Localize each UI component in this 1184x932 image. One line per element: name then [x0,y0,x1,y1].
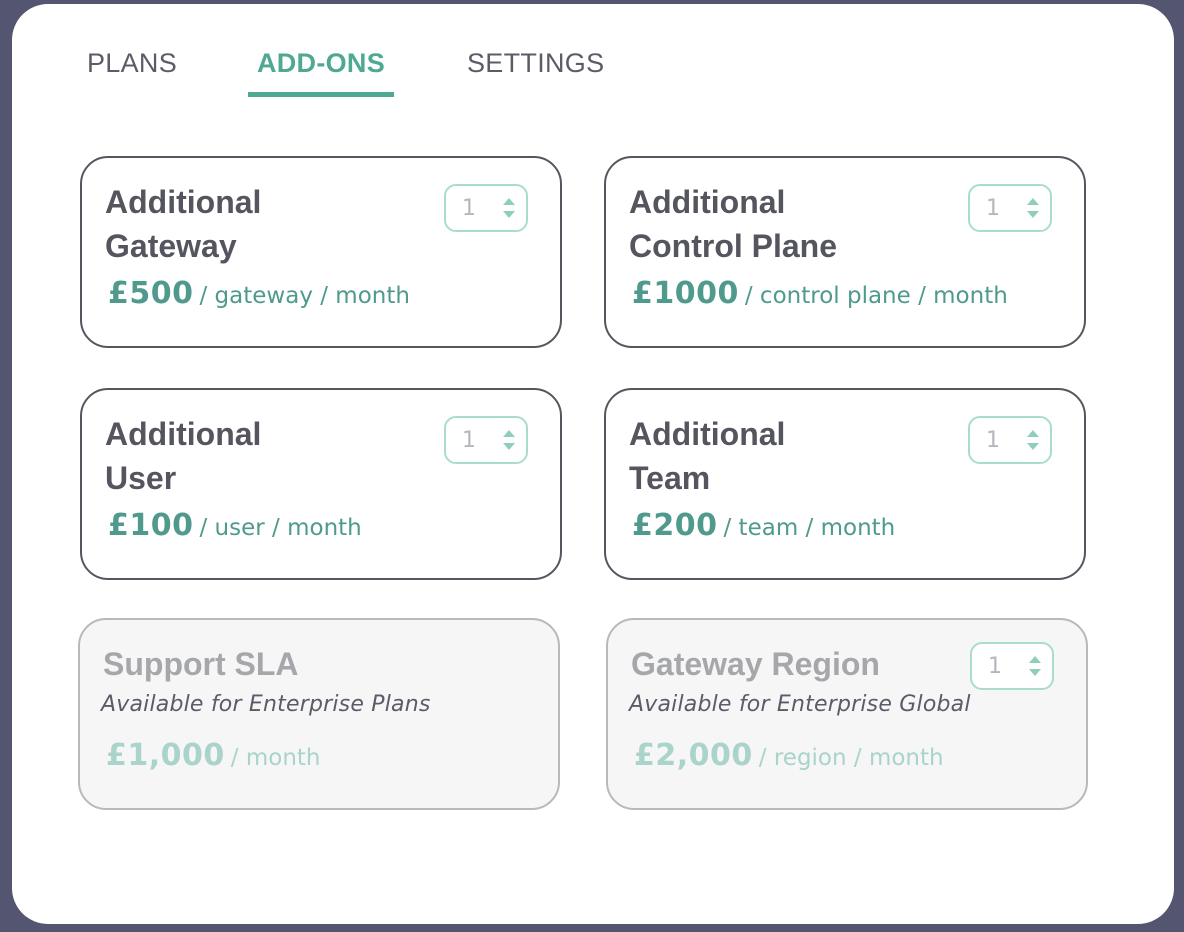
addon-title-line1: Additional [105,184,262,220]
stepper-arrows [502,428,516,454]
price-unit: / gateway / month [199,283,410,309]
addon-title: Additional Control Plane [629,180,949,268]
decrement-arrow-icon[interactable] [1027,211,1039,218]
addon-card-gateway: Additional Gateway £500/ gateway / month… [80,156,562,348]
addon-card-gateway-region: Gateway Region Available for Enterprise … [606,618,1088,810]
price-unit: / control plane / month [744,283,1008,309]
increment-arrow-icon[interactable] [503,198,515,205]
increment-arrow-icon[interactable] [1027,198,1039,205]
addon-title: Gateway Region [631,646,880,682]
quantity-value: 1 [986,428,1000,453]
price-amount: £500 [108,276,194,311]
quantity-stepper[interactable]: 1 [970,642,1054,690]
addon-card-user: Additional User £100/ user / month 1 [80,388,562,580]
price-unit: / region / month [758,745,944,771]
addon-title: Additional Team [629,412,949,500]
active-tab-indicator [248,92,394,97]
tab-plans[interactable]: PLANS [87,48,177,98]
addon-card-support-sla: Support SLA Available for Enterprise Pla… [78,618,560,810]
addon-price: £500/ gateway / month [108,276,410,311]
price-unit: / team / month [723,515,896,541]
addon-card-team: Additional Team £200/ team / month 1 [604,388,1086,580]
addon-title-line2: Team [629,460,711,496]
addon-title-line1: Additional [629,416,786,452]
price-amount: £100 [108,508,194,543]
decrement-arrow-icon[interactable] [503,211,515,218]
stepper-arrows [1026,428,1040,454]
addon-title-line1: Additional [629,184,786,220]
addon-price: £200/ team / month [632,508,895,543]
stepper-arrows [1026,196,1040,222]
decrement-arrow-icon[interactable] [1029,669,1041,676]
addon-title-line2: Gateway [105,228,237,264]
quantity-value: 1 [986,196,1000,221]
increment-arrow-icon[interactable] [1029,656,1041,663]
decrement-arrow-icon[interactable] [503,443,515,450]
tab-add-ons[interactable]: ADD-ONS [248,48,394,98]
addon-title: Additional Gateway [105,180,425,268]
addon-title: Additional User [105,412,425,500]
quantity-stepper[interactable]: 1 [444,416,528,464]
addon-price: £1,000/ month [106,738,321,773]
addon-title: Support SLA [103,646,299,682]
quantity-stepper[interactable]: 1 [444,184,528,232]
price-unit: / user / month [199,515,362,541]
addon-price: £1000/ control plane / month [632,276,1008,311]
increment-arrow-icon[interactable] [503,430,515,437]
price-amount: £2,000 [634,738,753,773]
addon-availability-note: Available for Enterprise Plans [101,692,431,717]
price-amount: £200 [632,508,718,543]
quantity-stepper[interactable]: 1 [968,416,1052,464]
addon-availability-note: Available for Enterprise Global [629,692,971,717]
increment-arrow-icon[interactable] [1027,430,1039,437]
addon-price: £2,000/ region / month [634,738,944,773]
price-amount: £1000 [632,276,739,311]
stepper-arrows [502,196,516,222]
decrement-arrow-icon[interactable] [1027,443,1039,450]
tab-settings[interactable]: SETTINGS [467,48,604,98]
addons-panel: PLANS ADD-ONS SETTINGS Additional Gatewa… [12,4,1174,924]
tab-bar: PLANS ADD-ONS SETTINGS [12,4,1174,104]
quantity-value: 1 [462,428,476,453]
addon-price: £100/ user / month [108,508,362,543]
price-amount: £1,000 [106,738,225,773]
addon-title-line2: User [105,460,177,496]
quantity-stepper[interactable]: 1 [968,184,1052,232]
addon-title-line2: Control Plane [629,228,838,264]
quantity-value: 1 [462,196,476,221]
quantity-value: 1 [988,654,1002,679]
addon-card-control-plane: Additional Control Plane £1000/ control … [604,156,1086,348]
price-unit: / month [230,745,321,771]
addon-title-line1: Additional [105,416,262,452]
stepper-arrows [1028,654,1042,680]
